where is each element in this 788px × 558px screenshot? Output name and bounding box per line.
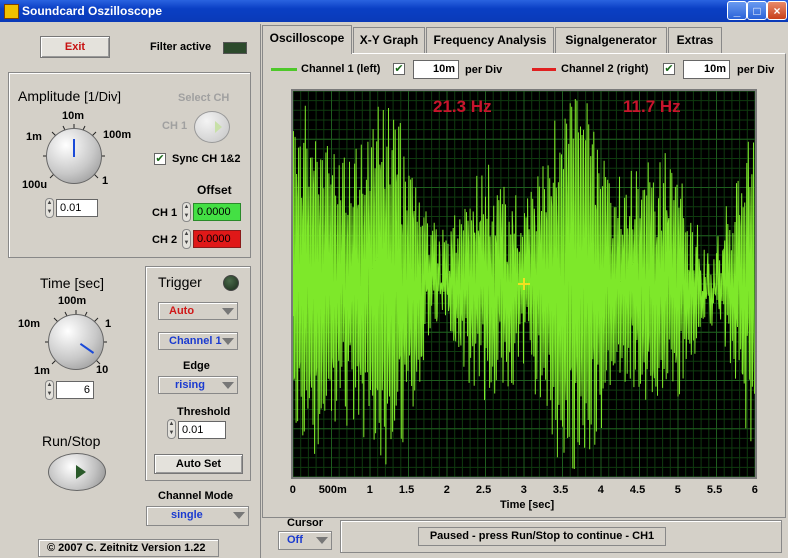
time-spinner[interactable]: ▲ ▼ <box>45 380 54 400</box>
offset-title: Offset <box>197 183 232 197</box>
ch1-per-div-label: per Div <box>465 64 503 76</box>
offset-ch1-spinner[interactable]: ▲ ▼ <box>182 202 191 222</box>
channel-mode-select[interactable]: single <box>146 506 249 526</box>
status-text: Paused - press Run/Stop to continue - CH… <box>418 527 666 546</box>
panel-divider <box>260 24 261 558</box>
autoset-button[interactable]: Auto Set <box>154 454 243 474</box>
play-icon <box>76 465 86 479</box>
amplitude-title: Amplitude [1/Div] <box>18 88 121 104</box>
threshold-spinner[interactable]: ▲ ▼ <box>167 419 176 439</box>
tab-oscilloscope[interactable]: Oscilloscope <box>262 25 352 54</box>
x-axis-label: Time [sec] <box>500 499 555 511</box>
filter-active-label: Filter active <box>150 41 212 53</box>
ch1-frequency-readout: 21.3 Hz <box>433 97 492 116</box>
edge-value: rising <box>175 379 205 391</box>
trigger-channel-value: Channel 1 <box>169 335 222 347</box>
title-bar: Soundcard Oszilloscope _ □ × <box>0 0 788 22</box>
x-tick-label: 4 <box>597 484 604 496</box>
threshold-input[interactable]: 0.01 <box>178 421 226 439</box>
x-tick-label: 5 <box>674 484 681 496</box>
time-value-input[interactable]: 6 <box>56 381 94 399</box>
select-ch-title: Select CH <box>178 92 230 104</box>
amplitude-title-text: Amplitude <box>18 88 81 104</box>
offset-ch1-input[interactable]: 0.0000 <box>193 203 241 221</box>
ch2-color-swatch <box>532 68 556 71</box>
cursor-label: Cursor <box>287 517 324 529</box>
tab-xy-graph[interactable]: X-Y Graph <box>353 27 425 53</box>
select-ch-switch[interactable] <box>194 111 230 143</box>
close-button[interactable]: × <box>767 1 787 20</box>
ch2-per-div-label: per Div <box>737 64 775 76</box>
x-tick-label: 2 <box>443 484 450 496</box>
maximize-button[interactable]: □ <box>747 1 767 20</box>
x-tick-label: 3.5 <box>552 484 569 496</box>
offset-ch1-label: CH 1 <box>152 207 178 219</box>
tab-signalgenerator[interactable]: Signalgenerator <box>555 27 667 53</box>
ch1-checkbox[interactable]: ✔ <box>393 63 405 75</box>
trigger-channel-select[interactable]: Channel 1 <box>158 332 238 350</box>
window-title: Soundcard Oszilloscope <box>22 4 163 18</box>
trigger-title: Trigger <box>158 274 202 290</box>
time-knob[interactable] <box>48 314 104 370</box>
tab-extras[interactable]: Extras <box>668 27 722 53</box>
copyright-label: © 2007 C. Zeitnitz Version 1.22 <box>38 539 219 557</box>
trigger-mode-value: Auto <box>169 305 195 317</box>
scope-plot <box>293 91 755 477</box>
sync-label: Sync CH 1&2 <box>172 153 241 165</box>
edge-select[interactable]: rising <box>158 376 238 394</box>
amplitude-knob-pointer <box>73 139 75 157</box>
chevron-down-icon <box>316 537 328 544</box>
scope-display[interactable]: 21.3 Hz 11.7 Hz <box>293 91 755 477</box>
ch1-per-div-input[interactable]: 10m <box>413 60 459 79</box>
amplitude-unit: [1/Div] <box>84 89 121 104</box>
cursor-value: Off <box>287 534 303 546</box>
threshold-label: Threshold <box>177 406 231 418</box>
select-ch-label: CH 1 <box>162 120 188 132</box>
offset-ch2-label: CH 2 <box>152 234 178 246</box>
exit-button[interactable]: Exit <box>40 36 110 58</box>
chevron-down-icon <box>222 382 234 389</box>
trigger-led <box>223 275 239 291</box>
x-tick-label: 4.5 <box>629 484 646 496</box>
x-tick-label: 3 <box>520 484 527 496</box>
tab-frequency-analysis[interactable]: Frequency Analysis <box>426 27 554 53</box>
ch2-label: Channel 2 (right) <box>561 63 649 75</box>
x-tick-label: 2.5 <box>475 484 492 496</box>
app-icon <box>4 4 19 19</box>
x-tick-label: 5.5 <box>706 484 723 496</box>
offset-ch2-spinner[interactable]: ▲ ▼ <box>182 229 191 249</box>
x-tick-label: 1.5 <box>398 484 415 496</box>
trigger-group <box>145 266 251 481</box>
ch2-per-div-input[interactable]: 10m <box>683 60 730 79</box>
x-tick-label: 1 <box>366 484 373 496</box>
time-dial-label: 10m <box>18 318 41 330</box>
minimize-button[interactable]: _ <box>727 1 747 20</box>
trigger-mode-select[interactable]: Auto <box>158 302 238 320</box>
ch1-label: Channel 1 (left) <box>301 63 381 75</box>
amplitude-value-input[interactable]: 0.01 <box>56 199 98 217</box>
x-tick-label: 6 <box>751 484 758 496</box>
time-knob-pointer <box>79 343 95 354</box>
sync-checkbox[interactable]: ✔ <box>154 153 166 165</box>
amplitude-knob[interactable] <box>46 128 102 184</box>
channel-mode-value: single <box>171 509 203 521</box>
x-tick-label: 500m <box>318 484 347 496</box>
runstop-label: Run/Stop <box>42 433 101 449</box>
amplitude-spinner[interactable]: ▲ ▼ <box>45 198 54 218</box>
edge-label: Edge <box>183 360 210 372</box>
ch2-frequency-readout: 11.7 Hz <box>623 97 681 116</box>
chevron-down-icon <box>222 338 234 345</box>
cursor-select[interactable]: Off <box>278 531 332 550</box>
select-ch-arrow-icon <box>215 121 222 133</box>
x-axis-ticks: 0 500m 1 1.5 2 2.5 3 3.5 4 4.5 5 5.5 6 <box>0 484 788 498</box>
ch2-checkbox[interactable]: ✔ <box>663 63 675 75</box>
ch1-color-swatch <box>271 68 297 71</box>
x-tick-label: 0 <box>289 484 296 496</box>
time-title: Time [sec] <box>40 275 105 291</box>
chevron-down-icon <box>233 512 245 519</box>
offset-ch2-input[interactable]: 0.0000 <box>193 230 241 248</box>
chevron-down-icon <box>222 308 234 315</box>
filter-led <box>223 42 247 54</box>
